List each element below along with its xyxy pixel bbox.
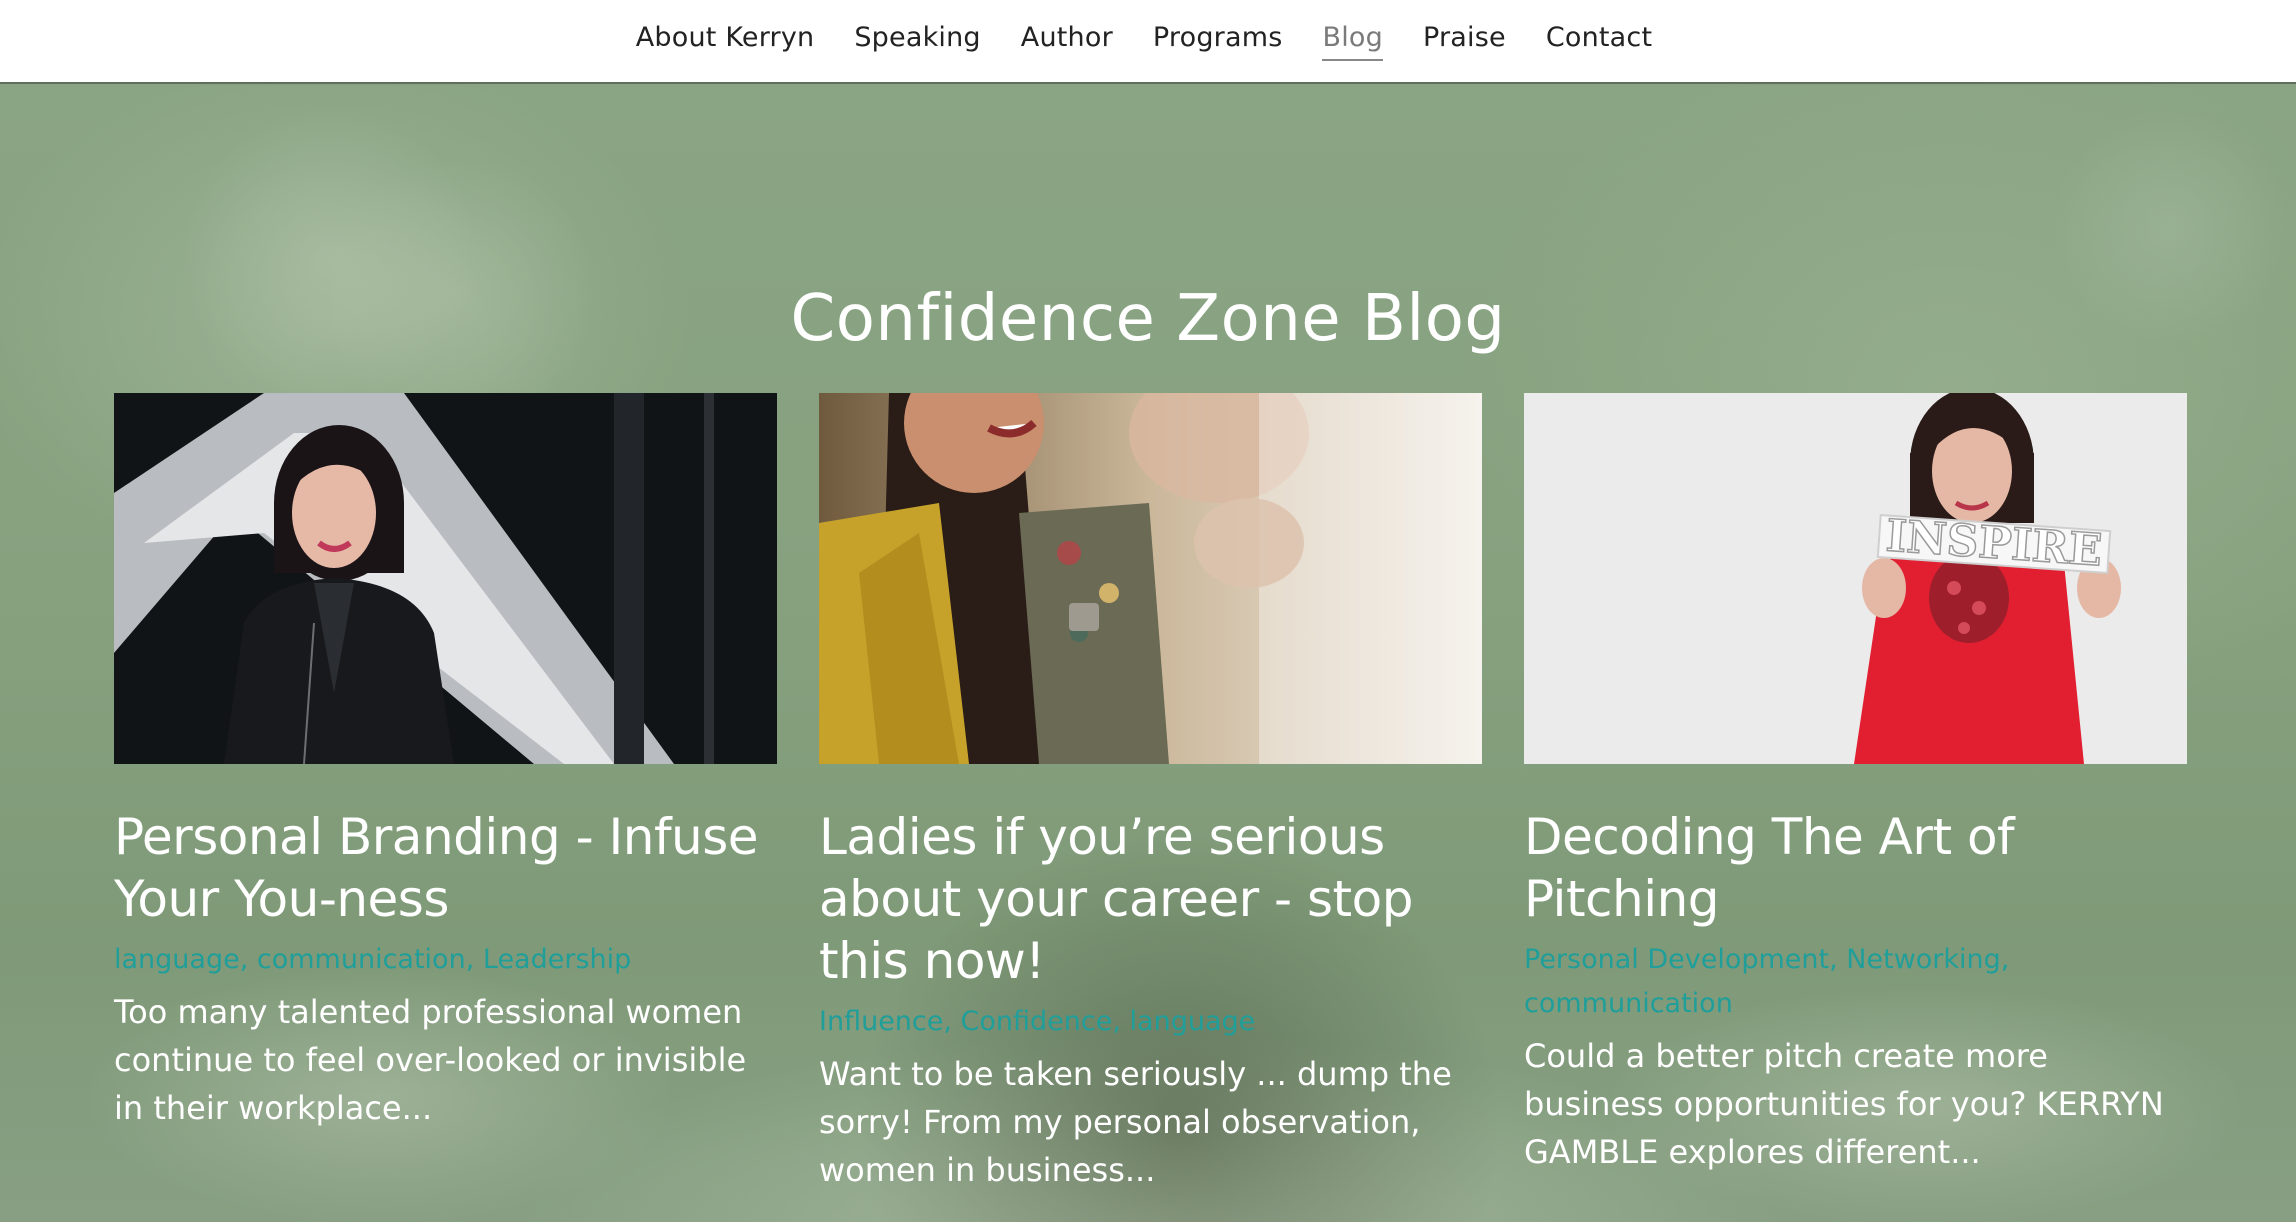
nav-item-blog[interactable]: Blog [1322, 22, 1383, 61]
post-excerpt: Want to be taken seriously ... dump the … [819, 1055, 1452, 1189]
category-link[interactable]: Leadership [483, 944, 631, 975]
nav-item-programs[interactable]: Programs [1153, 22, 1283, 61]
nav-item-contact[interactable]: Contact [1546, 22, 1652, 61]
nav-item-author[interactable]: Author [1021, 22, 1113, 61]
category-link[interactable]: communication [1524, 988, 1733, 1019]
post-title-link[interactable]: Personal Branding - Infuse Your You-ness [114, 806, 777, 930]
blog-post-card: Personal Branding - Infuse Your You-ness… [114, 393, 777, 1132]
post-thumbnail[interactable] [114, 393, 777, 764]
category-link[interactable]: Confidence [961, 1006, 1113, 1037]
post-image-woman-inspire-sign: INSPIRE [1524, 393, 2187, 764]
post-image-woman-leather-jacket [114, 393, 777, 764]
category-link[interactable]: language [114, 944, 240, 975]
post-categories: Personal Development, Networking, commun… [1524, 944, 2010, 1019]
post-excerpt: Too many talented professional women con… [114, 993, 747, 1127]
category-link[interactable]: communication [257, 944, 466, 975]
top-navigation: About Kerryn Speaking Author Programs Bl… [0, 0, 2296, 84]
bokeh-decoration [180, 106, 480, 406]
post-title-link[interactable]: Ladies if you’re serious about your care… [819, 806, 1482, 992]
nav-item-speaking[interactable]: Speaking [854, 22, 980, 61]
nav-item-about-kerryn[interactable]: About Kerryn [636, 22, 815, 61]
page-title: Confidence Zone Blog [790, 282, 1506, 356]
nav-item-praise[interactable]: Praise [1423, 22, 1506, 61]
post-categories: Influence, Confidence, language [819, 1006, 1256, 1037]
post-excerpt: Could a better pitch create more busines… [1524, 1037, 2164, 1171]
category-link[interactable]: Personal Development [1524, 944, 1829, 975]
category-link[interactable]: Networking [1846, 944, 2001, 975]
post-thumbnail[interactable] [819, 393, 1482, 764]
post-categories: language, communication, Leadership [114, 944, 632, 975]
category-link[interactable]: Influence [819, 1006, 943, 1037]
post-image-women-laughing [819, 393, 1482, 764]
post-thumbnail[interactable]: INSPIRE [1524, 393, 2187, 764]
category-link[interactable]: language [1130, 1006, 1256, 1037]
nav-menu: About Kerryn Speaking Author Programs Bl… [636, 22, 1653, 61]
post-title-link[interactable]: Decoding The Art of Pitching [1524, 806, 2187, 930]
blog-post-card: INSPIRE Decoding The Art of Pitching Per… [1524, 393, 2187, 1176]
blog-post-card: Ladies if you’re serious about your care… [819, 393, 1482, 1194]
